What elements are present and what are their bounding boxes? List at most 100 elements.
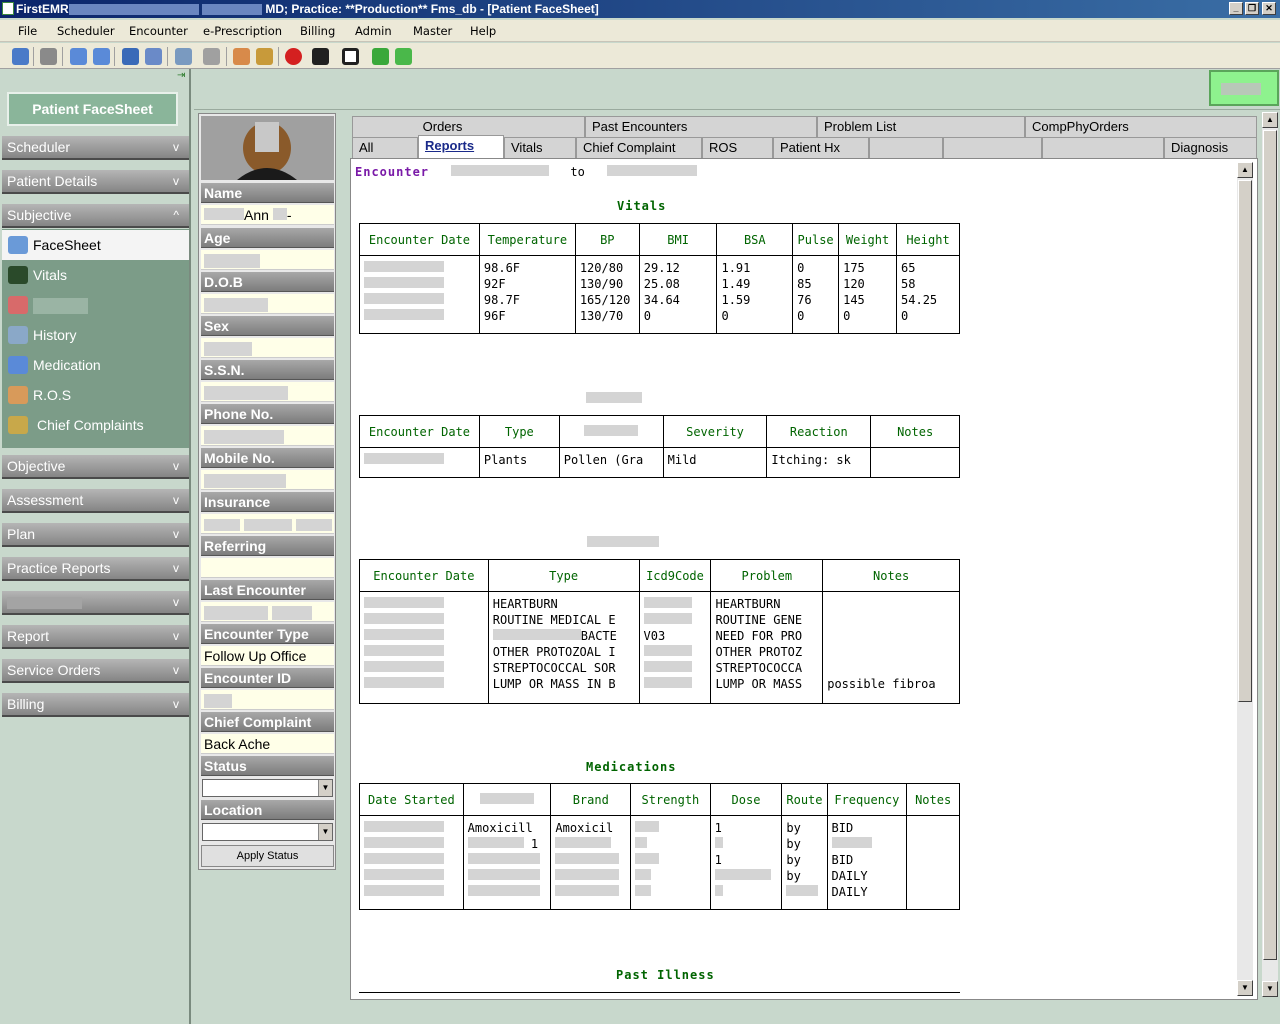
redacted-text [33,298,88,315]
nav-section-plan[interactable]: Plan v [2,523,189,547]
sidebar-item-vitals[interactable]: Vitals [2,260,189,290]
chevron-down-icon: v [173,174,179,188]
patient-facesheet-button[interactable]: Patient FaceSheet [7,92,178,126]
sidebar-item-label: Vitals [33,267,67,283]
close-button[interactable]: ✕ [1262,2,1276,15]
print-icon[interactable] [175,48,192,65]
redacted-text [364,277,444,288]
report-scroll-thumb[interactable] [1238,180,1252,702]
record-icon[interactable] [285,48,302,65]
menu-file[interactable]: File [18,24,37,38]
menu-encounter[interactable]: Encounter [129,24,188,38]
nav-section-service-orders[interactable]: Service Orders v [2,659,189,683]
pause-icon[interactable] [312,48,329,65]
tab-chief-complaint[interactable]: Chief Complaint [576,137,702,158]
nav-section-billing[interactable]: Billing v [2,693,189,717]
nav-section-practice-reports[interactable]: Practice Reports v [2,557,189,581]
scroll-down-icon[interactable]: ▼ [1237,980,1253,996]
chevron-down-icon[interactable]: ▼ [318,824,332,840]
menu-eprescription[interactable]: e-Prescription [203,24,282,38]
clock-icon[interactable] [256,48,273,65]
sidebar-item-medication[interactable]: Medication [2,350,189,380]
tab-vitals[interactable]: Vitals [504,137,576,158]
cell-value: 1.49 [721,277,751,291]
tab-redacted-2[interactable] [943,137,1042,158]
cell-value: BACTE [580,629,617,643]
toolbar-separator [226,47,227,66]
menu-scheduler[interactable]: Scheduler [57,24,115,38]
fax-icon[interactable] [203,48,220,65]
cell-value: HEARTBURN [492,597,558,611]
column-header: Height [896,223,960,256]
menu-master[interactable]: Master [413,24,452,38]
tab-redacted-3[interactable] [1042,137,1164,158]
scroll-down-icon[interactable]: ▼ [1262,981,1278,997]
nav-section-redacted[interactable]: v [2,591,189,615]
tab-orders[interactable]: Orders [352,116,585,137]
tab-compphyorders[interactable]: CompPhyOrders [1025,116,1257,137]
tab-problem-list[interactable]: Problem List [817,116,1025,137]
nav-section-subjective[interactable]: Subjective ^ [2,204,189,228]
upload-icon[interactable] [395,48,412,65]
to-label: to [570,165,585,179]
redacted-text [364,837,444,848]
sidebar-item-history[interactable]: History [2,320,189,350]
redacted-text [243,519,292,532]
tab-all[interactable]: All [352,137,418,158]
label-encounter-type: Encounter Type [201,624,334,644]
tab-reports[interactable]: Reports [418,135,504,158]
tab-redacted-1[interactable] [869,137,943,158]
redacted-text [359,121,419,134]
refresh-icon[interactable] [40,48,57,65]
encounter-icon[interactable] [122,48,139,65]
home-icon[interactable] [12,48,29,65]
menu-admin[interactable]: Admin [355,24,392,38]
play-icon[interactable] [372,48,389,65]
tab-patient-hx[interactable]: Patient Hx [773,137,869,158]
page-scroll-thumb[interactable] [1263,130,1277,960]
sidebar-item-label: FaceSheet [33,237,101,253]
sidebar-item-allergies[interactable] [2,290,189,320]
nav-section-scheduler[interactable]: Scheduler v [2,136,189,160]
apply-status-button[interactable]: Apply Status [201,845,334,867]
sidebar-item-ros[interactable]: R.O.S [2,380,189,410]
value-chief-complaint: Back Ache [201,734,334,754]
restore-button[interactable]: ❐ [1245,2,1259,15]
nav-section-assessment[interactable]: Assessment v [2,489,189,513]
tab-past-encounters[interactable]: Past Encounters [585,116,817,137]
stop-icon[interactable] [342,48,359,65]
scroll-up-icon[interactable]: ▲ [1237,162,1253,178]
cell-value: 120/80 [579,261,624,275]
table-cell: 175 120 145 0 [838,255,898,334]
toolbar [0,43,1280,69]
report-content[interactable]: Encounter to Vitals Encounter Date Tempe… [352,160,1237,996]
patients-icon[interactable] [70,48,87,65]
value-ssn [201,382,334,402]
tab-ros[interactable]: ROS [702,137,773,158]
vitals-table: Encounter Date Temperature BP BMI BSA Pu… [359,223,960,334]
label-ssn: S.S.N. [201,360,334,380]
menu-help[interactable]: Help [470,24,496,38]
nav-section-objective[interactable]: Objective v [2,455,189,479]
sidebar-item-label: History [33,327,77,343]
location-dropdown[interactable]: ▼ [202,823,333,841]
nav-section-report[interactable]: Report v [2,625,189,649]
pin-icon[interactable]: ⇥ [177,71,186,81]
redacted-text [635,837,648,848]
users-icon[interactable] [93,48,110,65]
nav-section-patient-details[interactable]: Patient Details v [2,170,189,194]
cell-value: by [786,837,801,851]
tab-diagnosis[interactable]: Diagnosis [1164,137,1257,158]
menu-billing[interactable]: Billing [300,24,335,38]
redacted-text [1221,83,1261,95]
chevron-down-icon[interactable]: ▼ [318,780,332,796]
encounter-range-label: Encounter [355,165,430,179]
cell-value: by [786,853,801,867]
search-icon[interactable] [145,48,162,65]
status-dropdown[interactable]: ▼ [202,779,333,797]
sidebar-item-chief-complaints[interactable]: Chief Complaints [2,410,189,440]
house-icon[interactable] [233,48,250,65]
scroll-up-icon[interactable]: ▲ [1262,112,1278,128]
sidebar-item-facesheet[interactable]: FaceSheet [2,230,189,260]
minimize-button[interactable]: _ [1229,2,1243,15]
